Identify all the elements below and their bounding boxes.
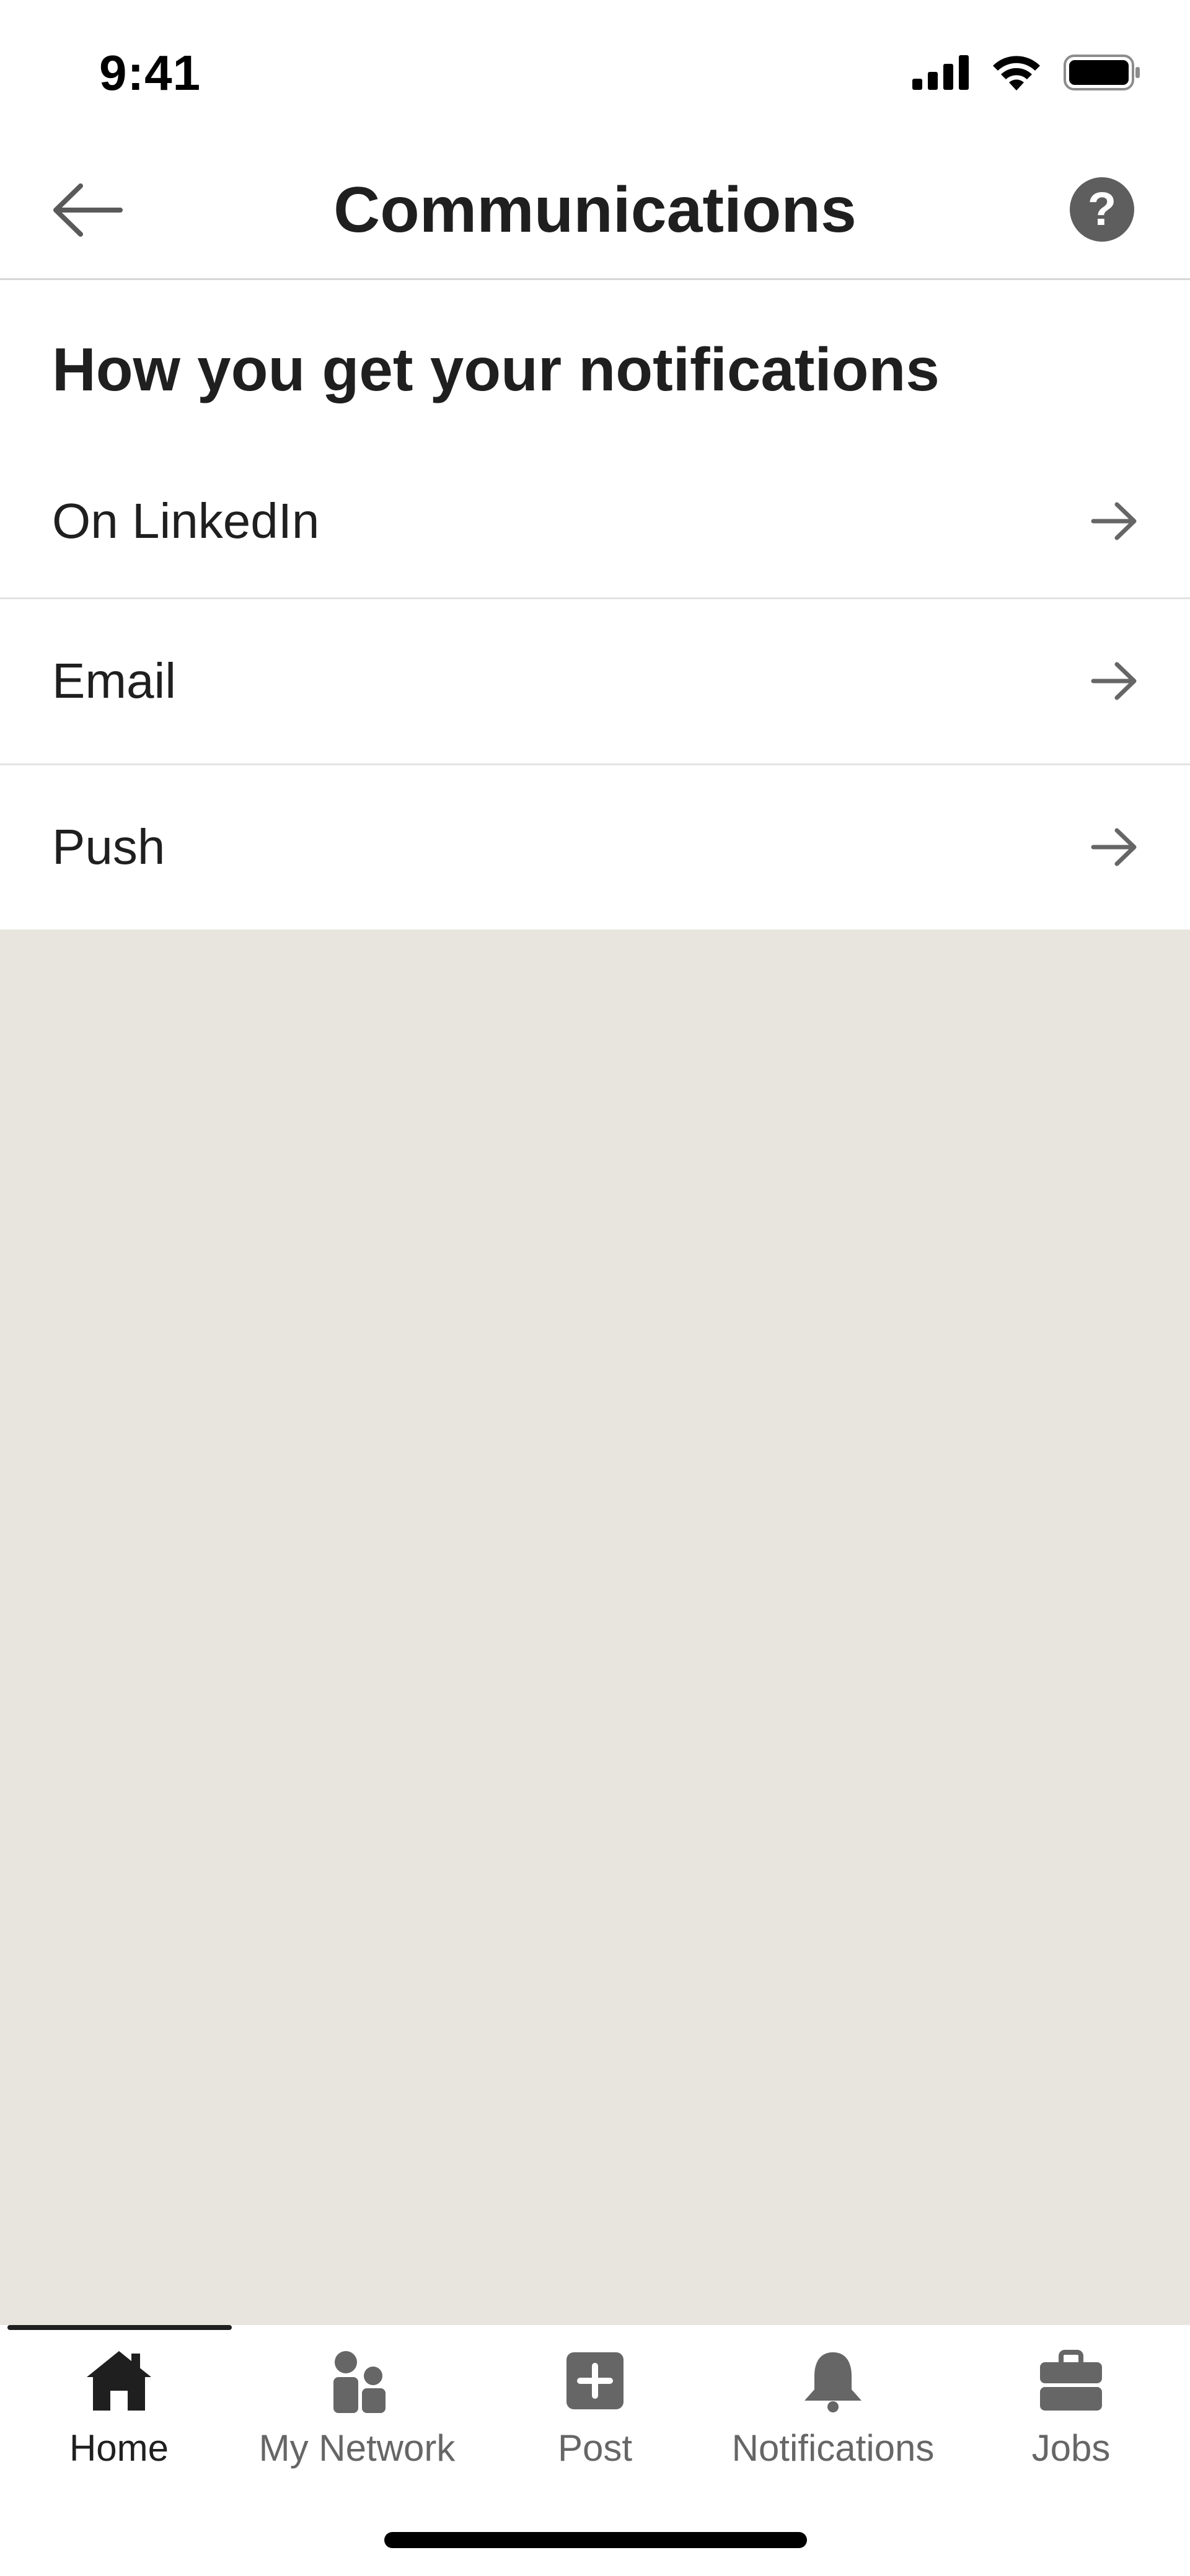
battery-icon [1064, 55, 1140, 90]
list-item-email[interactable]: Email [0, 599, 1190, 763]
active-tab-indicator [7, 2325, 232, 2330]
section-heading: How you get your notifications [52, 335, 940, 403]
tab-home[interactable]: Home [0, 2337, 238, 2492]
home-indicator [384, 2532, 807, 2548]
empty-content-area [0, 930, 1190, 2325]
post-icon [558, 2344, 632, 2418]
list-item-label: On LinkedIn [52, 493, 320, 548]
list-item-label: Email [52, 653, 177, 708]
header: Communications ? [0, 136, 1190, 280]
list-item-push[interactable]: Push [0, 765, 1190, 930]
tab-label: Notifications [731, 2427, 935, 2469]
arrow-right-icon [1090, 656, 1139, 706]
tab-label: Post [557, 2427, 633, 2469]
cellular-signal-icon [912, 55, 969, 90]
tab-post[interactable]: Post [476, 2337, 714, 2492]
home-icon [82, 2344, 156, 2418]
page-title: Communications [333, 174, 857, 246]
notifications-section: How you get your notifications On Linked… [0, 280, 1190, 930]
list-item-label: Push [52, 819, 165, 874]
bell-icon [796, 2344, 870, 2418]
status-time: 9:41 [99, 45, 201, 100]
help-button[interactable]: ? [1070, 177, 1134, 242]
question-mark-icon: ? [1087, 183, 1117, 235]
status-bar: 9:41 [0, 0, 1190, 136]
tab-label: Jobs [1031, 2427, 1111, 2469]
tab-my-network[interactable]: My Network [238, 2337, 476, 2492]
tab-notifications[interactable]: Notifications [714, 2337, 952, 2492]
tab-label: My Network [258, 2427, 456, 2469]
briefcase-icon [1034, 2344, 1108, 2418]
list-item-on-linkedin[interactable]: On LinkedIn [0, 439, 1190, 604]
tab-jobs[interactable]: Jobs [952, 2337, 1190, 2492]
status-icons [912, 55, 1140, 90]
wifi-icon [993, 56, 1040, 90]
arrow-right-icon [1090, 496, 1139, 546]
my-network-icon [320, 2344, 394, 2418]
communications-screen: 9:41 Communications ? How you get your n… [0, 0, 1190, 2576]
tab-label: Home [69, 2427, 169, 2469]
arrow-right-icon [1090, 822, 1139, 872]
